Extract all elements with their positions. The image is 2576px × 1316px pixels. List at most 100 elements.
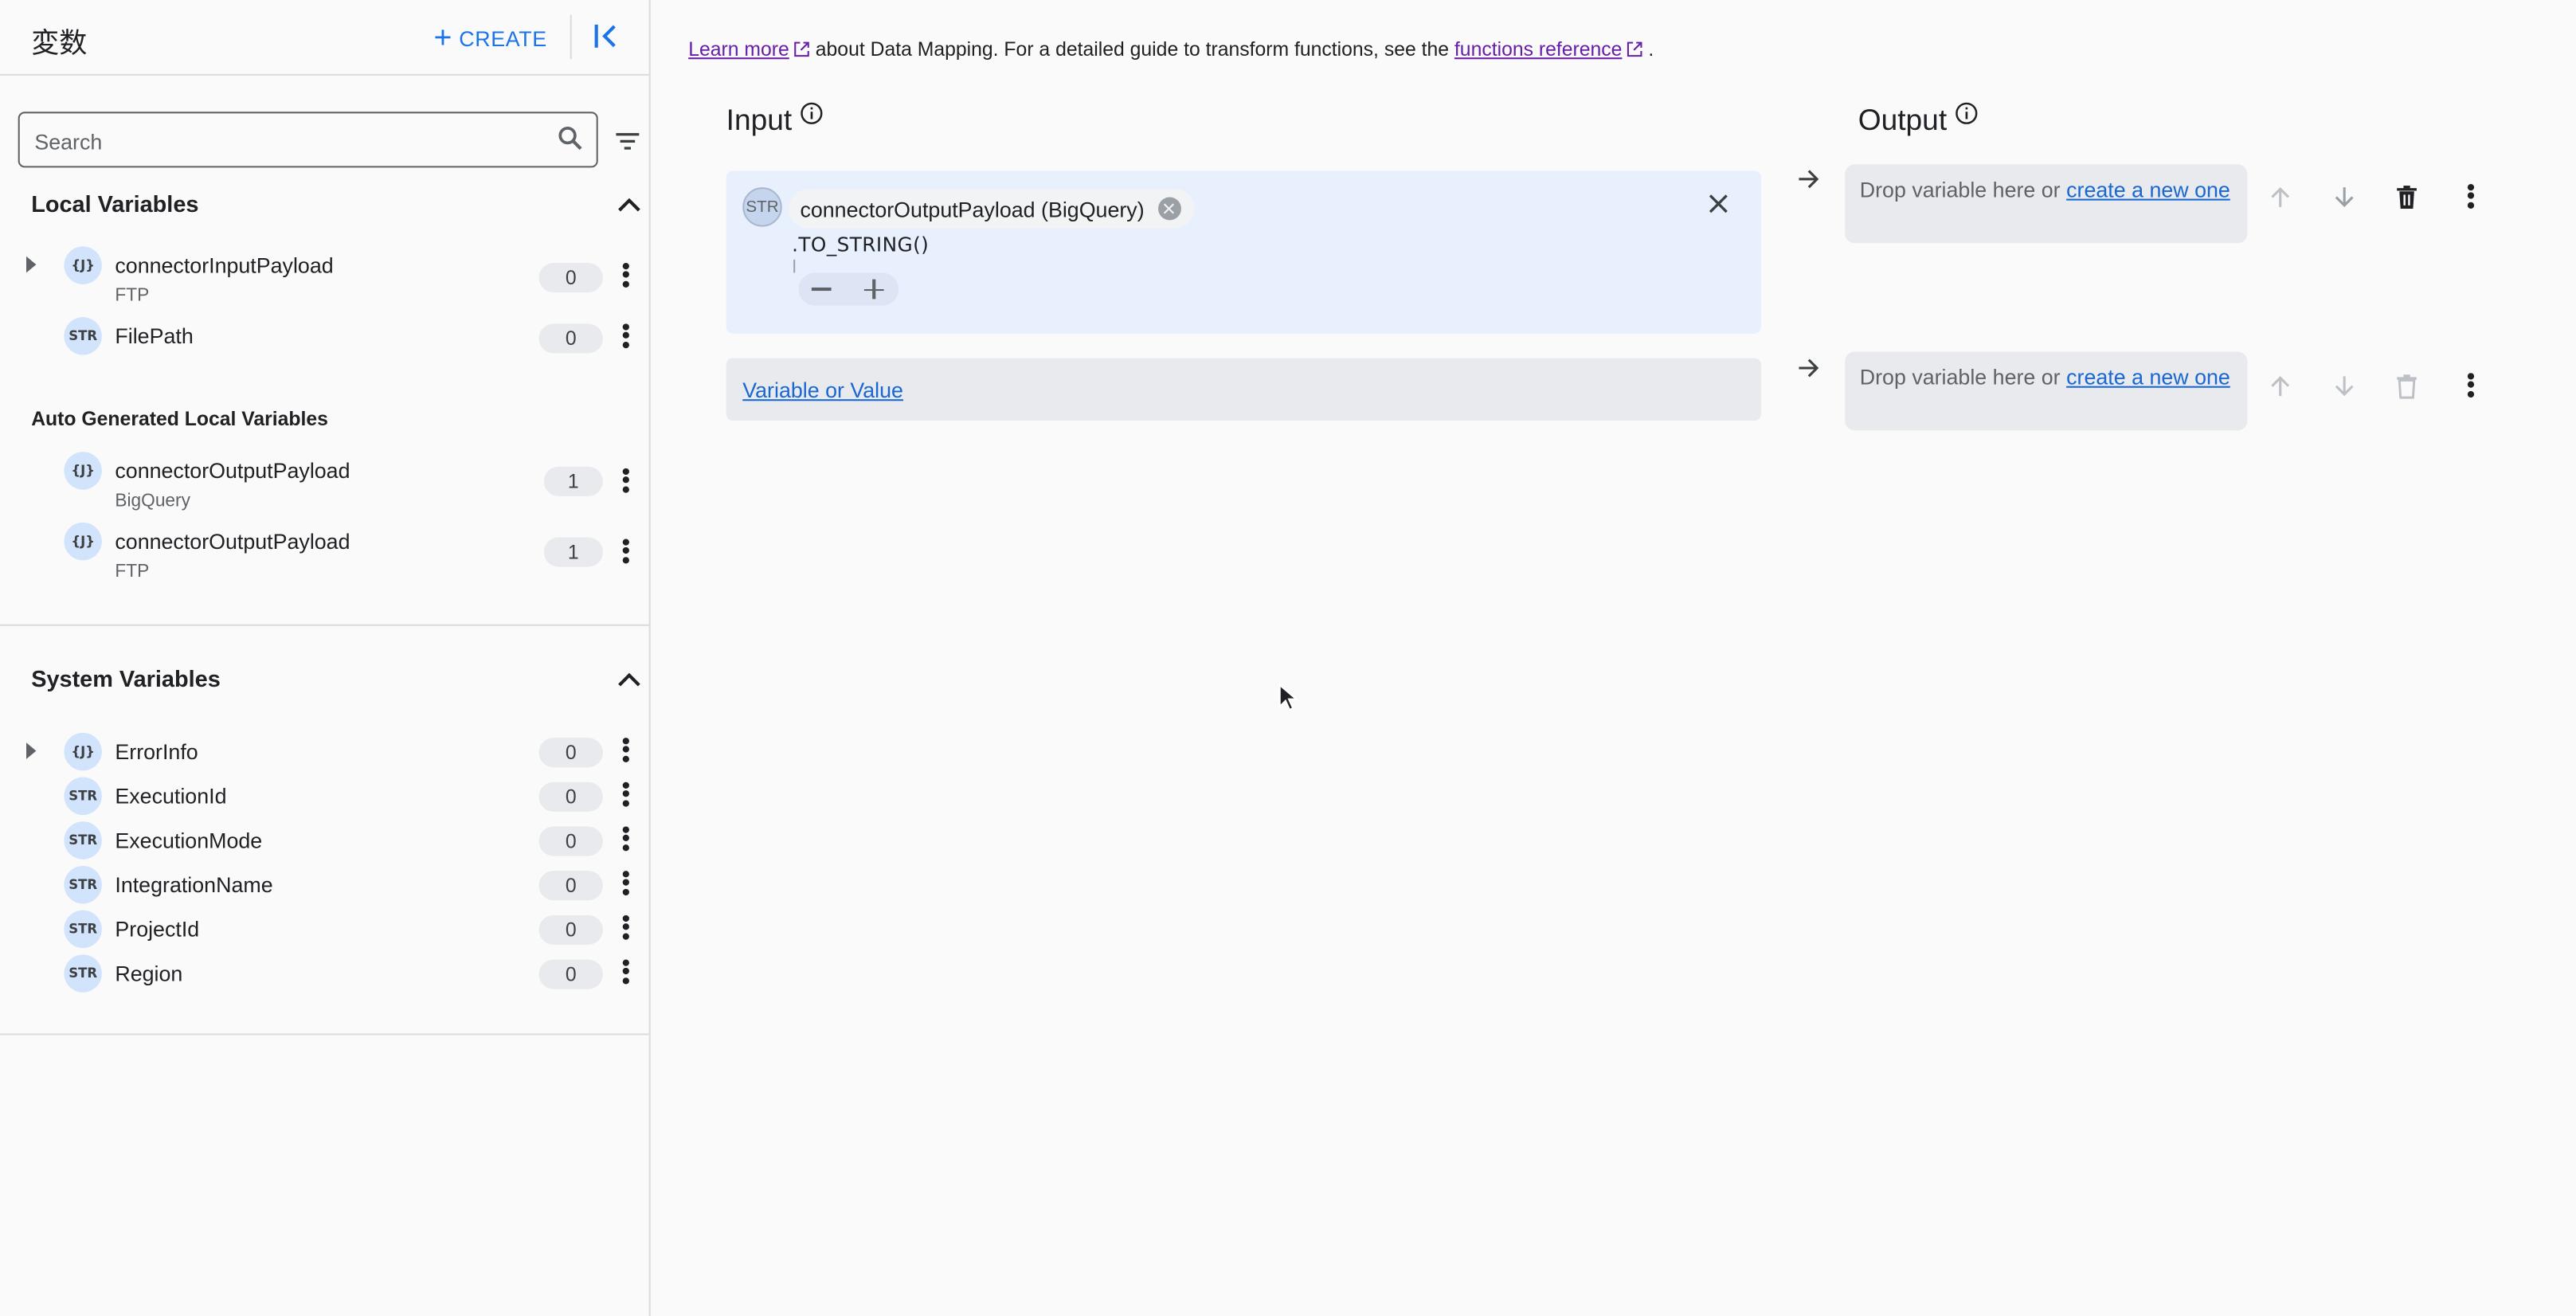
data-mapping-editor: Learn more about Data Mapping. For a deta…: [652, 0, 2576, 1316]
create-new-link[interactable]: create a new one: [2066, 365, 2230, 390]
variable-row[interactable]: STR FilePath 0: [0, 317, 649, 357]
move-up-icon[interactable]: [2267, 184, 2293, 210]
create-button[interactable]: + CREATE: [434, 20, 547, 56]
input-expression-card[interactable]: STR connectorOutputPayload (BigQuery) .T…: [726, 170, 1761, 334]
variable-name: connectorOutputPayload: [115, 529, 350, 554]
output-drop-zone[interactable]: Drop variable here or create a new one: [1845, 164, 2248, 244]
output-drop-zone[interactable]: Drop variable here or create a new one: [1845, 351, 2248, 431]
usage-count-badge: 0: [538, 959, 603, 989]
transform-function[interactable]: .TO_STRING(): [792, 233, 929, 257]
mouse-cursor-icon: [1278, 683, 1298, 711]
variable-chip[interactable]: connectorOutputPayload (BigQuery): [789, 189, 1194, 229]
input-value-card[interactable]: Variable or Value: [726, 358, 1761, 421]
more-vert-icon[interactable]: [620, 868, 633, 900]
drop-text: Drop variable here or: [1859, 177, 2061, 202]
variable-name: ErrorInfo: [115, 739, 198, 765]
section-divider: [0, 624, 649, 626]
string-type-icon: STR: [64, 317, 102, 355]
more-vert-icon[interactable]: [620, 823, 633, 856]
json-type-icon: {J}: [64, 246, 102, 284]
remove-function-icon[interactable]: [811, 287, 832, 291]
variable-source: BigQuery: [115, 491, 190, 511]
panel-header: 変数 + CREATE: [0, 0, 649, 76]
variable-name: IntegrationName: [115, 872, 273, 898]
function-stepper: [798, 272, 899, 306]
info-banner: Learn more about Data Mapping. For a deta…: [688, 37, 1654, 61]
plus-icon: +: [433, 20, 453, 56]
variable-row[interactable]: STR ExecutionMode 0: [0, 821, 649, 861]
collapse-panel-icon[interactable]: [592, 20, 621, 53]
search-field[interactable]: [18, 112, 598, 168]
more-vert-icon[interactable]: [620, 465, 633, 498]
variable-row[interactable]: {J} connectorInputPayload FTP 0: [0, 246, 649, 306]
move-up-icon[interactable]: [2267, 373, 2293, 399]
variable-row[interactable]: {J} connectorOutputPayload BigQuery 1: [0, 452, 649, 511]
variable-name: connectorOutputPayload: [115, 458, 350, 484]
more-vert-icon[interactable]: [620, 320, 633, 353]
more-vert-icon[interactable]: [620, 734, 633, 767]
string-type-icon: STR: [64, 910, 102, 949]
functions-reference-link[interactable]: functions reference: [1454, 37, 1623, 61]
more-vert-icon[interactable]: [620, 260, 633, 292]
system-variables-heading: System Variables: [31, 665, 221, 692]
arrow-right-icon: [1799, 170, 1819, 189]
search-icon[interactable]: [557, 125, 583, 151]
variable-row[interactable]: STR Region 0: [0, 954, 649, 994]
more-vert-icon[interactable]: [620, 912, 633, 945]
variable-name: ExecutionId: [115, 783, 227, 809]
variable-name: Region: [115, 961, 183, 986]
remove-chip-icon[interactable]: [1157, 197, 1181, 221]
usage-count-badge: 0: [538, 738, 603, 768]
close-icon[interactable]: [1707, 192, 1730, 215]
string-type-icon: STR: [64, 954, 102, 993]
add-function-icon[interactable]: [863, 278, 886, 301]
variable-or-value-link[interactable]: Variable or Value: [742, 378, 903, 402]
variable-row[interactable]: STR ExecutionId 0: [0, 777, 649, 817]
info-end: .: [1648, 37, 1654, 61]
string-type-icon: STR: [64, 777, 102, 815]
variable-name: connectorInputPayload: [115, 253, 334, 278]
usage-count-badge: 1: [543, 537, 603, 567]
learn-more-link[interactable]: Learn more: [688, 37, 789, 61]
usage-count-badge: 0: [538, 826, 603, 856]
more-vert-icon[interactable]: [620, 956, 633, 989]
auto-generated-heading: Auto Generated Local Variables: [31, 407, 328, 431]
variable-row[interactable]: STR IntegrationName 0: [0, 865, 649, 906]
create-label: CREATE: [459, 25, 547, 50]
variable-source: FTP: [115, 285, 150, 306]
info-icon[interactable]: [1955, 102, 1978, 125]
header-divider: [570, 14, 572, 60]
variable-name: ExecutionMode: [115, 828, 263, 853]
more-vert-icon[interactable]: [2464, 181, 2478, 213]
create-new-link[interactable]: create a new one: [2066, 178, 2230, 202]
input-title-text: Input: [726, 103, 793, 137]
move-down-icon[interactable]: [2331, 184, 2358, 210]
open-in-new-icon: [794, 41, 810, 57]
search-input[interactable]: [34, 124, 544, 158]
chip-label: connectorOutputPayload (BigQuery): [800, 196, 1145, 221]
variable-name: ProjectId: [115, 916, 200, 942]
more-vert-icon[interactable]: [2464, 370, 2478, 402]
delete-icon[interactable]: [2394, 373, 2420, 399]
drop-text: Drop variable here or: [1859, 364, 2061, 390]
more-vert-icon[interactable]: [620, 535, 633, 568]
filter-icon[interactable]: [614, 131, 640, 151]
json-type-icon: {J}: [64, 732, 102, 771]
move-down-icon[interactable]: [2331, 373, 2358, 399]
expand-arrow-icon[interactable]: [26, 256, 37, 273]
variable-row[interactable]: STR ProjectId 0: [0, 910, 649, 950]
input-column-title: Input: [726, 102, 824, 138]
panel-title: 変数: [31, 28, 88, 61]
variable-row[interactable]: {J} ErrorInfo 0: [0, 732, 649, 773]
chevron-up-icon[interactable]: [616, 671, 642, 687]
local-variables-heading: Local Variables: [31, 190, 199, 217]
delete-icon[interactable]: [2394, 184, 2420, 210]
string-type-icon: STR: [64, 865, 102, 904]
more-vert-icon[interactable]: [620, 779, 633, 812]
expand-arrow-icon[interactable]: [26, 742, 37, 759]
info-icon[interactable]: [801, 102, 824, 125]
chevron-up-icon[interactable]: [616, 195, 642, 212]
variables-panel: 変数 + CREATE Local Variables: [0, 0, 651, 1316]
variable-row[interactable]: {J} connectorOutputPayload FTP 1: [0, 522, 649, 582]
string-type-icon: STR: [742, 187, 782, 227]
